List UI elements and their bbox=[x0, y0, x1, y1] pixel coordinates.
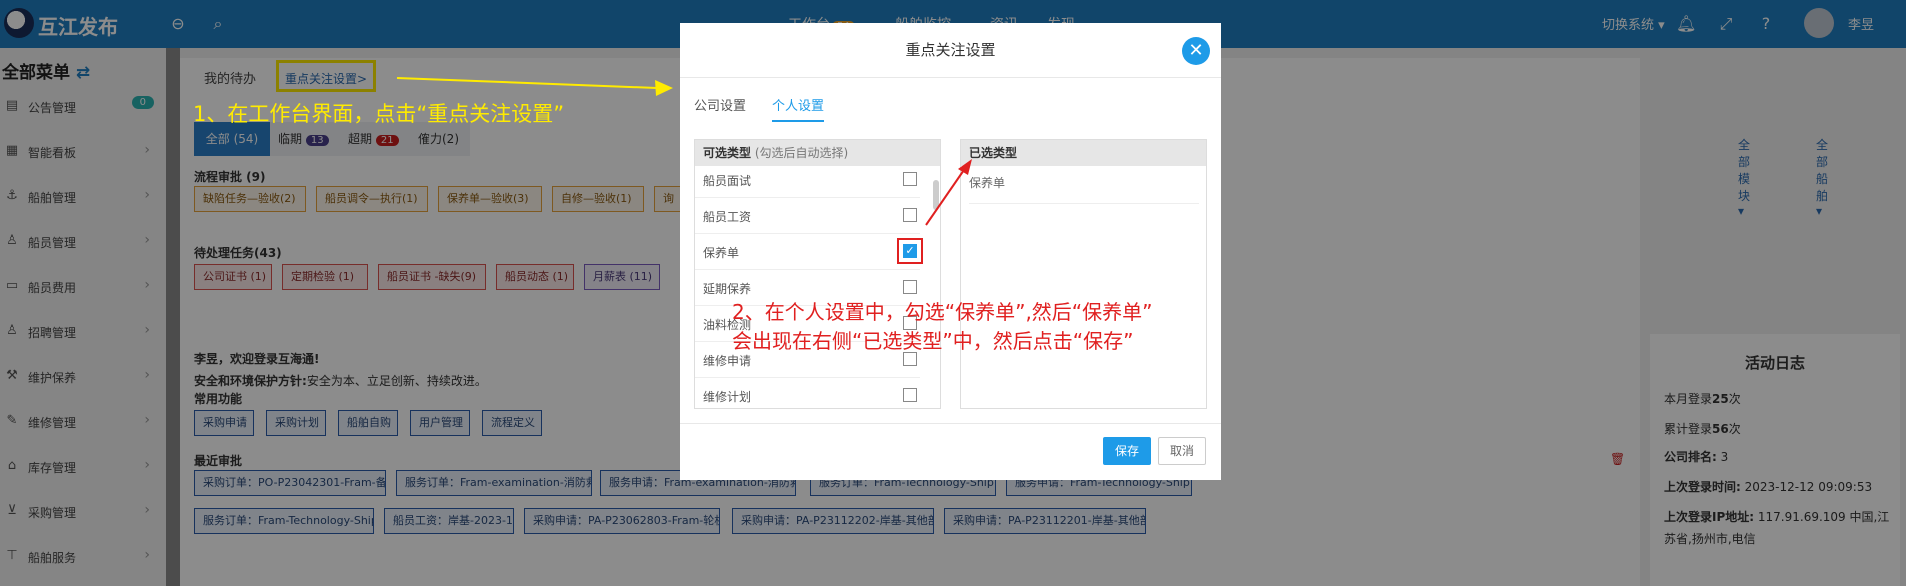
dialog-divider bbox=[680, 77, 1221, 78]
annotation-step2-line2: 会出现在右侧“已选类型”中，然后点击“保存” bbox=[732, 329, 1134, 353]
list-item[interactable]: 维修计划 bbox=[695, 378, 920, 408]
checkbox[interactable] bbox=[903, 352, 917, 366]
available-types-panel: 可选类型 (勾选后自动选择) 船员面试 船员工资 保养单 ✓ 延期保养 油料检测… bbox=[694, 139, 941, 409]
selected-item[interactable]: 保养单 bbox=[969, 170, 1199, 204]
list-item[interactable]: 保养单 ✓ bbox=[695, 234, 923, 270]
annotation-step1: 1、在工作台界面，点击“重点关注设置” bbox=[193, 102, 565, 126]
dialog-footer-divider bbox=[680, 423, 1221, 424]
checkbox[interactable] bbox=[903, 208, 917, 222]
cancel-button[interactable]: 取消 bbox=[1158, 437, 1206, 465]
checkbox[interactable] bbox=[903, 280, 917, 294]
save-button[interactable]: 保存 bbox=[1103, 437, 1151, 465]
checkbox-checked[interactable]: ✓ bbox=[903, 244, 917, 258]
close-icon[interactable]: ✕ bbox=[1182, 37, 1210, 65]
dialog-title: 重点关注设置 bbox=[905, 41, 996, 59]
tab-personal-settings[interactable]: 个人设置 bbox=[772, 95, 825, 122]
checkbox[interactable] bbox=[903, 388, 917, 402]
selected-types-panel: 已选类型 保养单 bbox=[960, 139, 1207, 409]
tab-company-settings[interactable]: 公司设置 bbox=[694, 95, 746, 114]
list-item[interactable]: 船员面试 bbox=[695, 162, 920, 198]
focus-settings-dialog: 重点关注设置 ✕ 公司设置 个人设置 可选类型 (勾选后自动选择) 船员面试 船… bbox=[680, 23, 1221, 480]
annotation-step2-line1: 2、在个人设置中，勾选“保养单”,然后“保养单” bbox=[732, 300, 1153, 324]
selected-types-header: 已选类型 bbox=[961, 140, 1206, 166]
list-item[interactable]: 船员工资 bbox=[695, 198, 920, 234]
annotation-arrow-yellow bbox=[396, 77, 673, 96]
checkbox[interactable] bbox=[903, 172, 917, 186]
available-types-list[interactable]: 船员面试 船员工资 保养单 ✓ 延期保养 油料检测 维修申请 维修计划 bbox=[695, 162, 935, 408]
annotation-arrow-red bbox=[925, 159, 972, 226]
